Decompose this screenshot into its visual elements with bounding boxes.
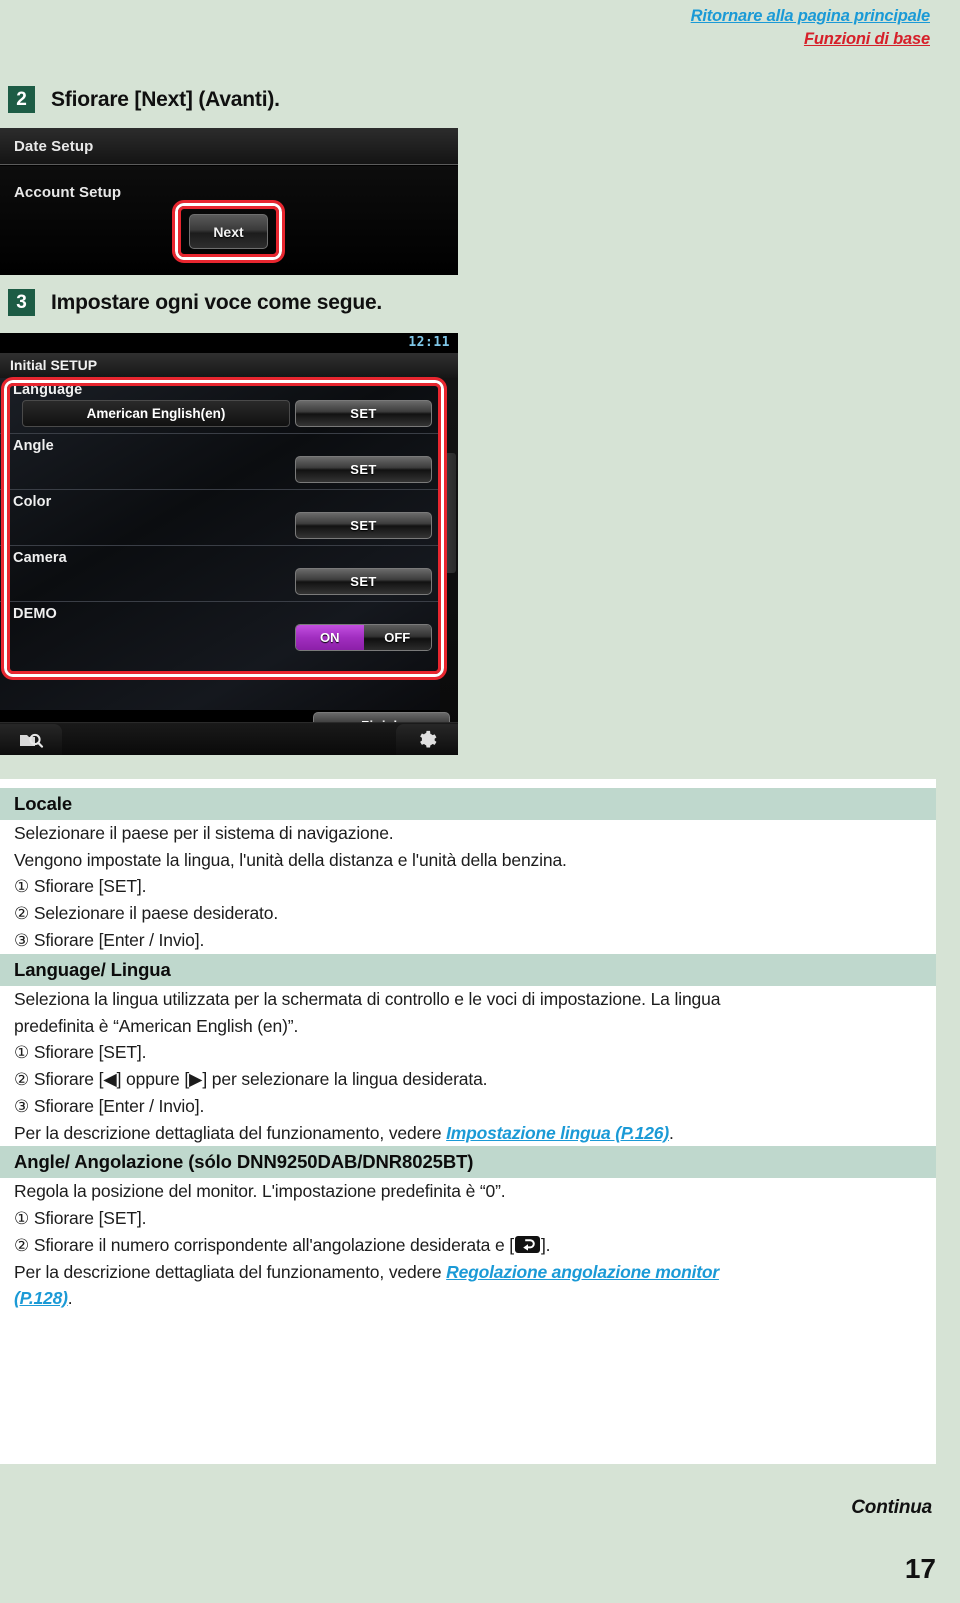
step-3-text: Impostare ogni voce come segue. <box>51 290 383 314</box>
angle-reference-link-line1[interactable]: Regolazione angolazione monitor <box>446 1262 719 1282</box>
step-2: 2 Sfiorare [Next] (Avanti). <box>8 86 280 113</box>
scrollbar-thumb[interactable] <box>441 453 456 573</box>
device-screenshot-next: Date Setup Account Setup Next <box>0 128 458 275</box>
language-step-3: ③ Sfiorare [Enter / Invio]. <box>0 1093 936 1120</box>
locale-step-1-num: ① <box>14 877 30 897</box>
language-value[interactable]: American English(en) <box>22 400 290 427</box>
language-reference: Per la descrizione dettagliata del funzi… <box>0 1120 936 1147</box>
language-line-2: predefinita è “American English (en)”. <box>14 1015 299 1036</box>
language-reference-link[interactable]: Impostazione lingua (P.126) <box>446 1123 669 1143</box>
screen-title-bar: Initial SETUP <box>0 353 458 378</box>
setting-row-color: Color SET <box>0 490 440 546</box>
status-bar: 12:11 <box>0 333 458 353</box>
device-bottom-bar <box>0 722 458 755</box>
step-3-badge: 3 <box>8 289 35 316</box>
angle-step-1: ① Sfiorare [SET]. <box>0 1205 936 1232</box>
continued-label: Continua <box>851 1497 932 1518</box>
angle-reference-suffix: . <box>67 1288 73 1309</box>
step-2-badge: 2 <box>8 86 35 113</box>
setting-row-camera: Camera SET <box>0 546 440 602</box>
date-setup-row[interactable]: Date Setup <box>0 128 458 165</box>
return-arrow-icon <box>514 1235 540 1253</box>
angle-step-1-text: Sfiorare [SET]. <box>33 1207 147 1228</box>
language-reference-suffix: . <box>668 1122 674 1143</box>
clock: 12:11 <box>408 335 450 350</box>
setting-row-language: Language American English(en) SET <box>0 378 440 434</box>
setting-label-angle: Angle <box>13 438 54 454</box>
angle-set-button[interactable]: SET <box>295 456 432 483</box>
section-heading-locale: Locale <box>0 788 936 821</box>
gear-icon[interactable] <box>396 724 458 755</box>
step-3: 3 Impostare ogni voce come segue. <box>8 289 382 316</box>
language-step-2-text: Sfiorare [◀] oppure [▶] per selezionare … <box>33 1068 488 1089</box>
setting-label-camera: Camera <box>13 550 67 566</box>
locale-step-2-text: Selezionare il paese desiderato. <box>33 903 279 924</box>
angle-step-2-num: ② <box>14 1235 30 1255</box>
angle-step-2-suffix: ]. <box>540 1234 551 1255</box>
locale-step-1: ① Sfiorare [SET]. <box>0 873 936 900</box>
angle-line-1: Regola la posizione del monitor. L'impos… <box>14 1181 506 1202</box>
next-button[interactable]: Next <box>189 214 268 249</box>
locale-line-1: Selezionare il paese per il sistema di n… <box>14 823 394 844</box>
demo-toggle-off[interactable]: OFF <box>363 625 431 650</box>
setting-row-angle: Angle SET <box>0 434 440 490</box>
language-reference-prefix: Per la descrizione dettagliata del funzi… <box>14 1122 447 1143</box>
angle-reference-cont: (P.128). <box>0 1285 936 1312</box>
language-step-1-text: Sfiorare [SET]. <box>33 1042 147 1063</box>
angle-reference-link-line2[interactable]: (P.128) <box>14 1288 68 1308</box>
settings-list: Language American English(en) SET Angle … <box>0 378 440 710</box>
locale-step-1-text: Sfiorare [SET]. <box>33 876 147 897</box>
setting-row-demo: DEMO ON OFF <box>0 602 440 658</box>
setting-label-demo: DEMO <box>13 606 57 622</box>
locale-step-2: ② Selezionare il paese desiderato. <box>0 900 936 927</box>
setting-label-color: Color <box>13 494 52 510</box>
page-header: Ritornare alla pagina principale Funzion… <box>691 6 931 50</box>
device-screenshot-initial-setup: 12:11 Initial SETUP Language American En… <box>0 333 458 755</box>
step-2-text: Sfiorare [Next] (Avanti). <box>51 87 280 111</box>
language-step-3-num: ③ <box>14 1096 30 1116</box>
language-step-3-text: Sfiorare [Enter / Invio]. <box>33 1095 205 1116</box>
setting-label-language: Language <box>13 382 83 398</box>
account-setup-label: Account Setup <box>14 184 122 201</box>
screen-title: Initial SETUP <box>10 357 98 373</box>
angle-reference: Per la descrizione dettagliata del funzi… <box>0 1259 936 1286</box>
demo-toggle-on[interactable]: ON <box>296 625 364 650</box>
angle-step-2-prefix: Sfiorare il numero corrispondente all'an… <box>33 1234 514 1255</box>
section-heading-angle: Angle/ Angolazione (sólo DNN9250DAB/DNR8… <box>0 1146 936 1179</box>
language-step-1: ① Sfiorare [SET]. <box>0 1039 936 1066</box>
camera-set-button[interactable]: SET <box>295 568 432 595</box>
language-set-button[interactable]: SET <box>295 400 432 427</box>
locale-step-2-num: ② <box>14 904 30 924</box>
angle-reference-prefix: Per la descrizione dettagliata del funzi… <box>14 1261 447 1282</box>
section-link[interactable]: Funzioni di base <box>691 29 930 50</box>
language-line-1: Seleziona la lingua utilizzata per la sc… <box>14 988 721 1009</box>
angle-step-1-num: ① <box>14 1208 30 1228</box>
date-setup-label: Date Setup <box>14 137 94 155</box>
content-panel: Locale Selezionare il paese per il siste… <box>0 779 936 1464</box>
section-heading-language: Language/ Lingua <box>0 953 936 986</box>
folder-search-icon[interactable] <box>0 724 62 755</box>
color-set-button[interactable]: SET <box>295 512 432 539</box>
language-step-1-num: ① <box>14 1043 30 1063</box>
page-number: 17 <box>904 1553 936 1584</box>
locale-line-2: Vengono impostate la lingua, l'unità del… <box>14 849 567 870</box>
locale-step-3-text: Sfiorare [Enter / Invio]. <box>33 929 205 950</box>
home-link[interactable]: Ritornare alla pagina principale <box>691 6 931 27</box>
language-step-2: ② Sfiorare [◀] oppure [▶] per selezionar… <box>0 1066 936 1093</box>
language-step-2-num: ② <box>14 1069 30 1089</box>
locale-step-3: ③ Sfiorare [Enter / Invio]. <box>0 927 936 954</box>
angle-step-2: ② Sfiorare il numero corrispondente all'… <box>0 1232 936 1259</box>
locale-step-3-num: ③ <box>14 930 30 950</box>
demo-toggle[interactable]: ON OFF <box>295 624 432 651</box>
